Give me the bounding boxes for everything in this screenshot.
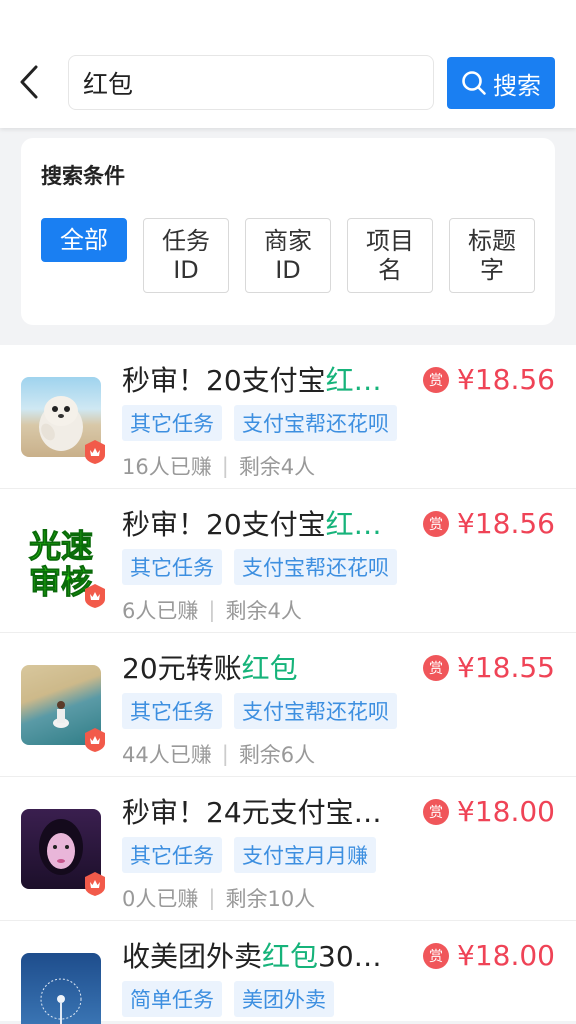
back-button[interactable] (14, 62, 44, 102)
earned-count: 44人已赚 (122, 743, 212, 767)
task-row[interactable]: 秒审！24元支付宝… 其它任务 支付宝月月赚 0人已赚 | 剩余10人 赏 ¥1… (0, 777, 576, 921)
task-type-tag: 美团外卖 (234, 981, 334, 1017)
chip-all[interactable]: 全部 (41, 218, 127, 262)
merchant-badge-icon (85, 584, 105, 608)
chip-project-name[interactable]: 项目名 (347, 218, 433, 293)
task-category-tag: 其它任务 (122, 405, 222, 441)
search-input[interactable] (83, 68, 433, 97)
search-conditions-card: 搜索条件 全部 任务 ID 商家 ID 项目名 标题字 (21, 138, 555, 325)
earned-count: 6人已赚 (122, 599, 199, 623)
reward-icon: 赏 (423, 366, 449, 393)
task-category-tag: 其它任务 (122, 549, 222, 585)
remaining-count: 剩余10人 (225, 887, 316, 911)
task-tags: 其它任务 支付宝帮还花呗 (122, 693, 397, 729)
earned-count: 0人已赚 (122, 887, 199, 911)
task-title: 收美团外卖红包30… (122, 940, 382, 973)
task-row[interactable]: 20元转账红包 其它任务 支付宝帮还花呗 44人已赚 | 剩余6人 赏 ¥18.… (0, 633, 576, 777)
task-type-tag: 支付宝帮还花呗 (234, 405, 397, 441)
task-reward: 赏 ¥18.56 (423, 363, 555, 396)
task-tags: 其它任务 支付宝帮还花呗 (122, 549, 397, 585)
task-stats: 6人已赚 | 剩余4人 (122, 595, 302, 625)
task-stats: 44人已赚 | 剩余6人 (122, 739, 315, 769)
chip-label: 全部 (60, 225, 108, 254)
task-thumbnail (21, 953, 101, 1024)
task-row[interactable]: 收美团外卖红包30… 简单任务 美团外卖 赏 ¥18.00 (0, 921, 576, 1024)
chip-label: 项目名 (366, 226, 414, 284)
task-category-tag: 简单任务 (122, 981, 222, 1017)
task-category-tag: 其它任务 (122, 693, 222, 729)
chevron-left-icon (20, 65, 38, 99)
search-button-label: 搜索 (493, 71, 541, 100)
remaining-count: 剩余6人 (238, 743, 316, 767)
task-title: 秒审！20支付宝红… (122, 508, 382, 541)
reward-icon: 赏 (423, 510, 449, 537)
task-title: 20元转账红包 (122, 652, 298, 685)
search-icon (462, 71, 486, 95)
reward-icon: 赏 (423, 654, 449, 681)
chip-title-keyword[interactable]: 标题字 (449, 218, 535, 293)
earned-count: 16人已赚 (122, 455, 212, 479)
task-price: ¥18.56 (457, 507, 555, 540)
task-tags: 其它任务 支付宝帮还花呗 (122, 405, 397, 441)
task-stats: 16人已赚 | 剩余4人 (122, 451, 315, 481)
thumb-text-line-1: 光速 (29, 527, 93, 565)
top-bar: 搜索 (0, 0, 576, 128)
task-row[interactable]: 秒审！20支付宝红… 其它任务 支付宝帮还花呗 16人已赚 | 剩余4人 赏 ¥… (0, 345, 576, 489)
merchant-badge-icon (85, 440, 105, 464)
task-title: 秒审！20支付宝红… (122, 364, 382, 397)
task-type-tag: 支付宝月月赚 (234, 837, 376, 873)
reward-icon: 赏 (423, 798, 449, 825)
stats-divider: | (208, 886, 216, 910)
merchant-badge-icon (85, 728, 105, 752)
chip-label: 任务 ID (162, 226, 210, 284)
stats-divider: | (221, 742, 229, 766)
task-price: ¥18.00 (457, 939, 555, 972)
task-price: ¥18.56 (457, 363, 555, 396)
task-stats: 0人已赚 | 剩余10人 (122, 883, 315, 913)
task-list: 秒审！20支付宝红… 其它任务 支付宝帮还花呗 16人已赚 | 剩余4人 赏 ¥… (0, 345, 576, 1024)
chip-label: 标题字 (468, 226, 516, 284)
task-price: ¥18.55 (457, 651, 555, 684)
search-button[interactable]: 搜索 (447, 57, 555, 109)
chip-label: 商家 ID (264, 226, 312, 284)
task-title: 秒审！24元支付宝… (122, 796, 382, 829)
merchant-badge-icon (85, 872, 105, 896)
task-category-tag: 其它任务 (122, 837, 222, 873)
task-tags: 其它任务 支付宝月月赚 (122, 837, 376, 873)
task-type-tag: 支付宝帮还花呗 (234, 693, 397, 729)
remaining-count: 剩余4人 (238, 455, 316, 479)
stats-divider: | (221, 454, 229, 478)
remaining-count: 剩余4人 (225, 599, 302, 623)
task-reward: 赏 ¥18.00 (423, 795, 555, 828)
task-row[interactable]: 光速 审核 秒审！20支付宝红… 其它任务 支付宝帮还花呗 6人已赚 | 剩余4… (0, 489, 576, 633)
task-type-tag: 支付宝帮还花呗 (234, 549, 397, 585)
task-tags: 简单任务 美团外卖 (122, 981, 334, 1017)
stats-divider: | (208, 598, 216, 622)
reward-icon: 赏 (423, 942, 449, 969)
task-reward: 赏 ¥18.00 (423, 939, 555, 972)
chip-merchant-id[interactable]: 商家 ID (245, 218, 331, 293)
search-field[interactable] (68, 55, 434, 110)
task-price: ¥18.00 (457, 795, 555, 828)
task-reward: 赏 ¥18.55 (423, 651, 555, 684)
task-reward: 赏 ¥18.56 (423, 507, 555, 540)
filter-title: 搜索条件 (41, 164, 125, 188)
chip-task-id[interactable]: 任务 ID (143, 218, 229, 293)
